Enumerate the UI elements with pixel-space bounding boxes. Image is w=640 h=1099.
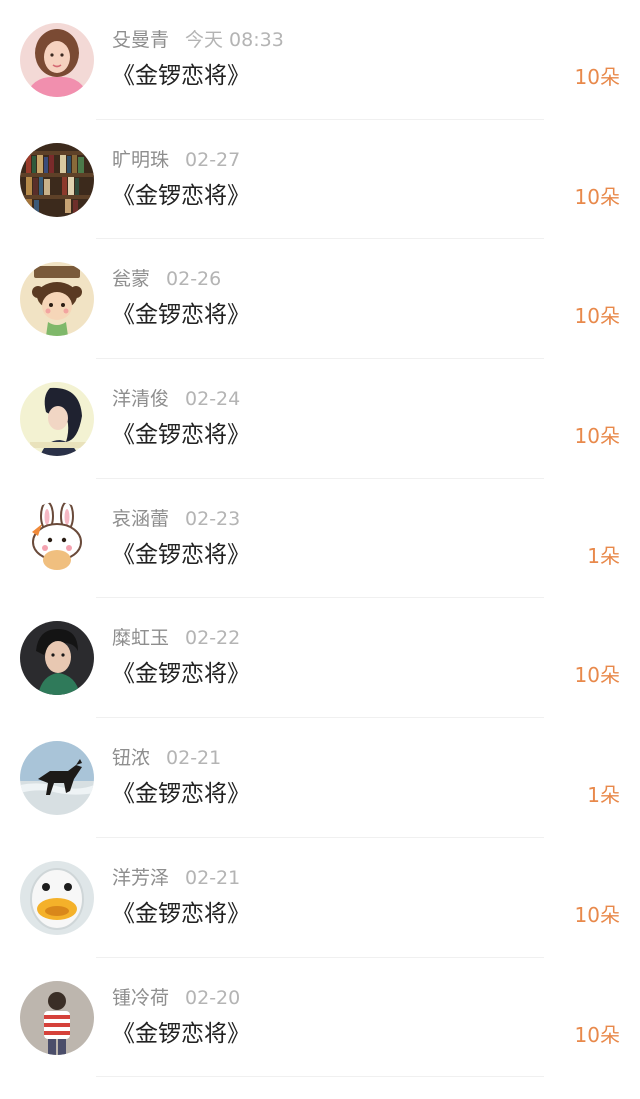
- gift-record-list: 殳曼青 今天 08:33 《金锣恋将》 10朵 旷明珠 02-27 《金锣恋将》…: [0, 0, 640, 1077]
- avatar-dark-hair-girl-icon[interactable]: [20, 382, 94, 457]
- avatar-man-portrait-icon[interactable]: [20, 621, 94, 696]
- book-title[interactable]: 《金锣恋将》: [112, 60, 250, 92]
- timestamp: 02-26: [166, 268, 222, 291]
- list-item[interactable]: 殳曼青 今天 08:33 《金锣恋将》 10朵: [0, 0, 640, 120]
- user-name: 锺冷荷: [112, 986, 170, 1009]
- flower-count: 10朵: [574, 184, 620, 209]
- flower-count: 10朵: [574, 304, 620, 329]
- book-title[interactable]: 《金锣恋将》: [112, 180, 250, 212]
- item-meta: 锺冷荷 02-20: [112, 986, 240, 1010]
- user-name: 糜虹玉: [112, 627, 170, 650]
- book-title[interactable]: 《金锣恋将》: [112, 299, 250, 331]
- flower-count: 10朵: [574, 424, 620, 449]
- flower-count: 1朵: [587, 783, 620, 808]
- flower-count: 1朵: [587, 543, 620, 568]
- list-item[interactable]: 糜虹玉 02-22 《金锣恋将》 10朵: [0, 598, 640, 718]
- flower-count: 10朵: [574, 663, 620, 688]
- timestamp: 02-24: [185, 388, 241, 411]
- list-item[interactable]: 洋清俊 02-24 《金锣恋将》 10朵: [0, 359, 640, 479]
- item-meta: 殳曼青 今天 08:33: [112, 28, 284, 52]
- item-meta: 瓮蒙 02-26: [112, 267, 221, 291]
- item-meta: 哀涵蕾 02-23: [112, 507, 240, 531]
- user-name: 洋芳泽: [112, 866, 170, 889]
- timestamp: 02-21: [166, 747, 222, 770]
- user-name: 钮浓: [112, 747, 151, 770]
- user-name: 洋清俊: [112, 388, 170, 411]
- book-title[interactable]: 《金锣恋将》: [112, 1018, 250, 1050]
- book-title[interactable]: 《金锣恋将》: [112, 658, 250, 690]
- flower-count: 10朵: [574, 902, 620, 927]
- avatar-bunny-cartoon-icon[interactable]: [20, 501, 94, 576]
- user-name: 旷明珠: [112, 148, 170, 171]
- user-name: 瓮蒙: [112, 268, 151, 291]
- timestamp: 今天 08:33: [185, 29, 284, 51]
- flower-count: 10朵: [574, 1022, 620, 1047]
- list-item[interactable]: 瓮蒙 02-26 《金锣恋将》 10朵: [0, 239, 640, 359]
- item-meta: 洋芳泽 02-21: [112, 866, 240, 890]
- list-item[interactable]: 旷明珠 02-27 《金锣恋将》 10朵: [0, 120, 640, 240]
- timestamp: 02-21: [185, 866, 241, 889]
- item-meta: 糜虹玉 02-22: [112, 626, 240, 650]
- avatar-bookshelf-icon[interactable]: [20, 142, 94, 217]
- book-title[interactable]: 《金锣恋将》: [112, 539, 250, 571]
- user-name: 哀涵蕾: [112, 507, 170, 530]
- timestamp: 02-27: [185, 148, 241, 171]
- list-item[interactable]: 洋芳泽 02-21 《金锣恋将》 10朵: [0, 838, 640, 958]
- avatar-cartoon-girl-icon[interactable]: [20, 262, 94, 337]
- timestamp: 02-23: [185, 507, 241, 530]
- flower-count: 10朵: [574, 65, 620, 89]
- avatar-horse-beach-icon[interactable]: [20, 741, 94, 816]
- book-title[interactable]: 《金锣恋将》: [112, 778, 250, 810]
- book-title[interactable]: 《金锣恋将》: [112, 898, 250, 930]
- avatar-boy-striped-shirt-icon[interactable]: [20, 980, 94, 1055]
- avatar-girl-pink-icon[interactable]: [20, 23, 94, 97]
- item-meta: 钮浓 02-21: [112, 746, 221, 770]
- item-meta: 洋清俊 02-24: [112, 387, 240, 411]
- book-title[interactable]: 《金锣恋将》: [112, 419, 250, 451]
- avatar-duck-mask-icon[interactable]: [20, 860, 94, 935]
- list-item[interactable]: 哀涵蕾 02-23 《金锣恋将》 1朵: [0, 479, 640, 599]
- user-name: 殳曼青: [112, 29, 170, 51]
- timestamp: 02-22: [185, 627, 241, 650]
- item-meta: 旷明珠 02-27: [112, 148, 240, 172]
- timestamp: 02-20: [185, 986, 241, 1009]
- list-item[interactable]: 钮浓 02-21 《金锣恋将》 1朵: [0, 718, 640, 838]
- list-item[interactable]: 锺冷荷 02-20 《金锣恋将》 10朵: [0, 958, 640, 1078]
